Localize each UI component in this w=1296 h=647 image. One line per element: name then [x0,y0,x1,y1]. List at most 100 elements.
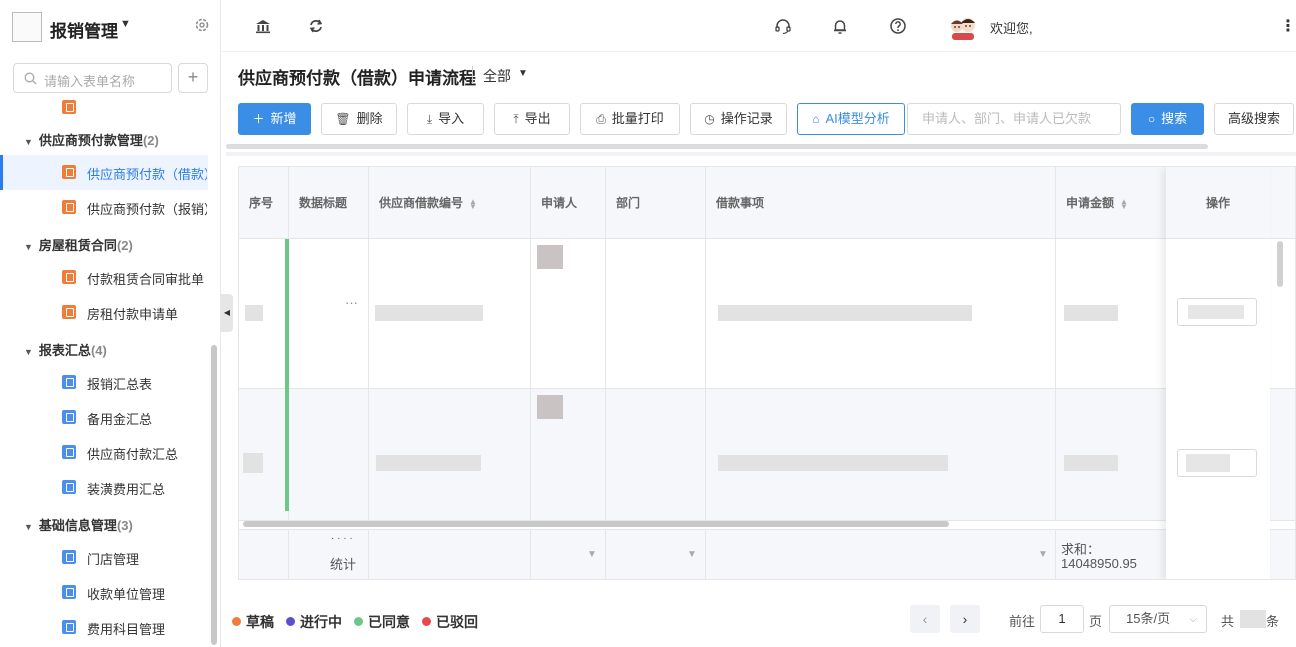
form-icon [62,100,76,114]
operation-log-button[interactable]: ◷ 操作记录 [690,103,787,135]
refresh-icon[interactable] [307,17,325,35]
add-form-button[interactable]: + [178,63,208,93]
page-number-input[interactable]: 1 [1040,605,1084,633]
report-icon [62,585,76,599]
sidebar-group-basic-info[interactable]: ▼ 基础信息管理(3) [24,515,133,534]
import-button[interactable]: ⤓ 导入 [407,103,484,135]
search-icon: ○ [1147,112,1156,126]
redacted-loan-matter [718,305,972,321]
export-button[interactable]: ⤒ 导出 [494,103,570,135]
table-row[interactable] [239,389,1295,521]
redacted-loan-no [376,455,481,471]
sidebar-item-supplier-payment-summary[interactable]: 供应商付款汇总 [0,435,208,470]
sidebar-search-input[interactable]: 请输入表单名称 [13,63,172,93]
table-summary-row: · · · · 统计 ▼ ▼ ▼ 求和： 14048950.95 [239,529,1295,579]
delete-button[interactable]: 🗑 删除 [321,103,397,135]
column-header-operations: 操作 [1166,167,1270,239]
report-icon [62,445,76,459]
legend-draft: 草稿 [232,612,274,632]
table-header: 序号 数据标题 供应商借款编号 ▲ ▼ 申请人 部门 借款事项 申请金额 ▲ ▼ [239,167,1295,239]
row-action-button[interactable] [1177,298,1257,326]
caret-down-icon: ▼ [24,347,33,357]
form-icon [62,270,76,284]
legend-in-progress: 进行中 [286,612,342,632]
redacted-amount [1064,305,1118,321]
redacted-loan-no [375,305,483,321]
sidebar-group-supplier-prepay[interactable]: ▼ 供应商预付款管理(2) [24,130,159,149]
bell-icon[interactable] [831,17,849,35]
sidebar-item-payee-management[interactable]: 收款单位管理 [0,575,208,610]
next-page-button[interactable]: › [950,605,980,633]
ai-analysis-button[interactable]: ⌂ AI模型分析 [797,103,905,135]
collapse-sidebar-button[interactable]: ◀ [221,294,233,332]
column-header-index: 序号 [239,167,289,239]
printer-icon: ⎙ [596,112,606,126]
search-button[interactable]: ○ 搜索 [1131,103,1204,135]
redacted-total [1240,610,1266,628]
applicant-avatar [537,245,563,269]
legend-rejected: 已驳回 [422,612,478,632]
more-icon[interactable]: ⋮ [1280,16,1296,36]
new-button[interactable]: ＋新增 [238,103,311,135]
table-vertical-scrollbar[interactable] [1277,241,1283,287]
sidebar-item-supplier-prepay-reimburse[interactable]: 供应商预付款（报销） [0,190,208,225]
table-horizontal-scrollbar[interactable] [243,521,949,527]
table-row[interactable]: ··· [239,239,1295,389]
in-progress-dot [286,617,295,626]
column-header-applicant: 申请人 [531,167,606,239]
sidebar-nav: ▼供应商预付款管理(2) 供应商预付款（借款）申请流程 供应商预付款（报销） ▼… [0,100,214,647]
app-title[interactable]: 报销管理 [50,17,118,42]
caret-down-icon: ▼ [24,242,33,252]
total-prefix: 共 [1221,614,1235,629]
sidebar-item-reimburse-summary[interactable]: 报销汇总表 [0,365,208,400]
report-icon [62,375,76,389]
form-icon [62,200,76,214]
column-header-amount[interactable]: 申请金额 ▲ ▼ [1056,167,1171,239]
sidebar-item-partial[interactable] [0,100,208,125]
rejected-dot [422,617,431,626]
chevron-down-icon[interactable]: ▼ [120,18,131,30]
chevron-down-icon[interactable]: ▼ [518,68,528,79]
sidebar-item-lease-approval[interactable]: 付款租赁合同审批单 [0,260,208,295]
sidebar-item-store-management[interactable]: 门店管理 [0,540,208,575]
help-icon[interactable] [889,17,907,35]
bank-icon[interactable] [254,17,272,35]
gear-icon[interactable] [194,17,210,33]
avatar[interactable] [948,14,978,40]
page-size-select[interactable]: 15条/页 ⌵ [1109,605,1207,633]
trash-icon: 🗑 [335,112,351,126]
upload-icon: ⤒ [513,112,519,126]
sort-icon[interactable]: ▲ ▼ [469,197,477,210]
advanced-search-button[interactable]: 高级搜索 [1214,103,1294,135]
batch-print-button[interactable]: ⎙ 批量打印 [580,103,680,135]
divider [226,152,1296,156]
column-header-loan-no[interactable]: 供应商借款编号 ▲ ▼ [369,167,531,239]
truncated-title[interactable]: ··· [345,295,358,310]
sidebar-group-reports[interactable]: ▼ 报表汇总(4) [24,340,107,359]
total-suffix: 条 [1266,614,1280,629]
sidebar-item-rent-payment[interactable]: 房租付款申请单 [0,295,208,330]
chevron-down-icon: ⌵ [1189,614,1197,625]
chevron-down-icon[interactable]: ▼ [1038,549,1048,560]
row-action-button[interactable] [1177,449,1257,477]
sort-icon[interactable]: ▲ ▼ [1120,197,1128,210]
column-header-department: 部门 [606,167,706,239]
sum-value: 14048950.95 [1061,556,1137,571]
sidebar-item-petty-cash-summary[interactable]: 备用金汇总 [0,400,208,435]
sidebar-group-house-lease[interactable]: ▼ 房屋租赁合同(2) [24,235,133,254]
sidebar-item-expense-subject[interactable]: 费用科目管理 [0,610,208,645]
sidebar-item-supplier-prepay-loan[interactable]: 供应商预付款（借款）申请流程 [0,155,208,190]
toolbar-scrollbar[interactable] [226,144,1208,149]
chevron-down-icon[interactable]: ▼ [587,549,597,560]
draft-dot [232,617,241,626]
filter-select[interactable]: 全部 [483,66,511,86]
prev-page-button[interactable]: ‹ [910,605,940,633]
main-search-input[interactable]: 申请人、部门、申请人已欠款 [907,103,1121,135]
chevron-down-icon[interactable]: ▼ [687,549,697,560]
app-logo [12,12,42,42]
column-header-title: 数据标题 [289,167,369,239]
sidebar-item-decoration-summary[interactable]: 装潢费用汇总 [0,470,208,505]
sidebar-scrollbar[interactable] [211,345,217,645]
headset-icon[interactable] [774,17,792,35]
summary-dots: · · · · [331,533,353,544]
